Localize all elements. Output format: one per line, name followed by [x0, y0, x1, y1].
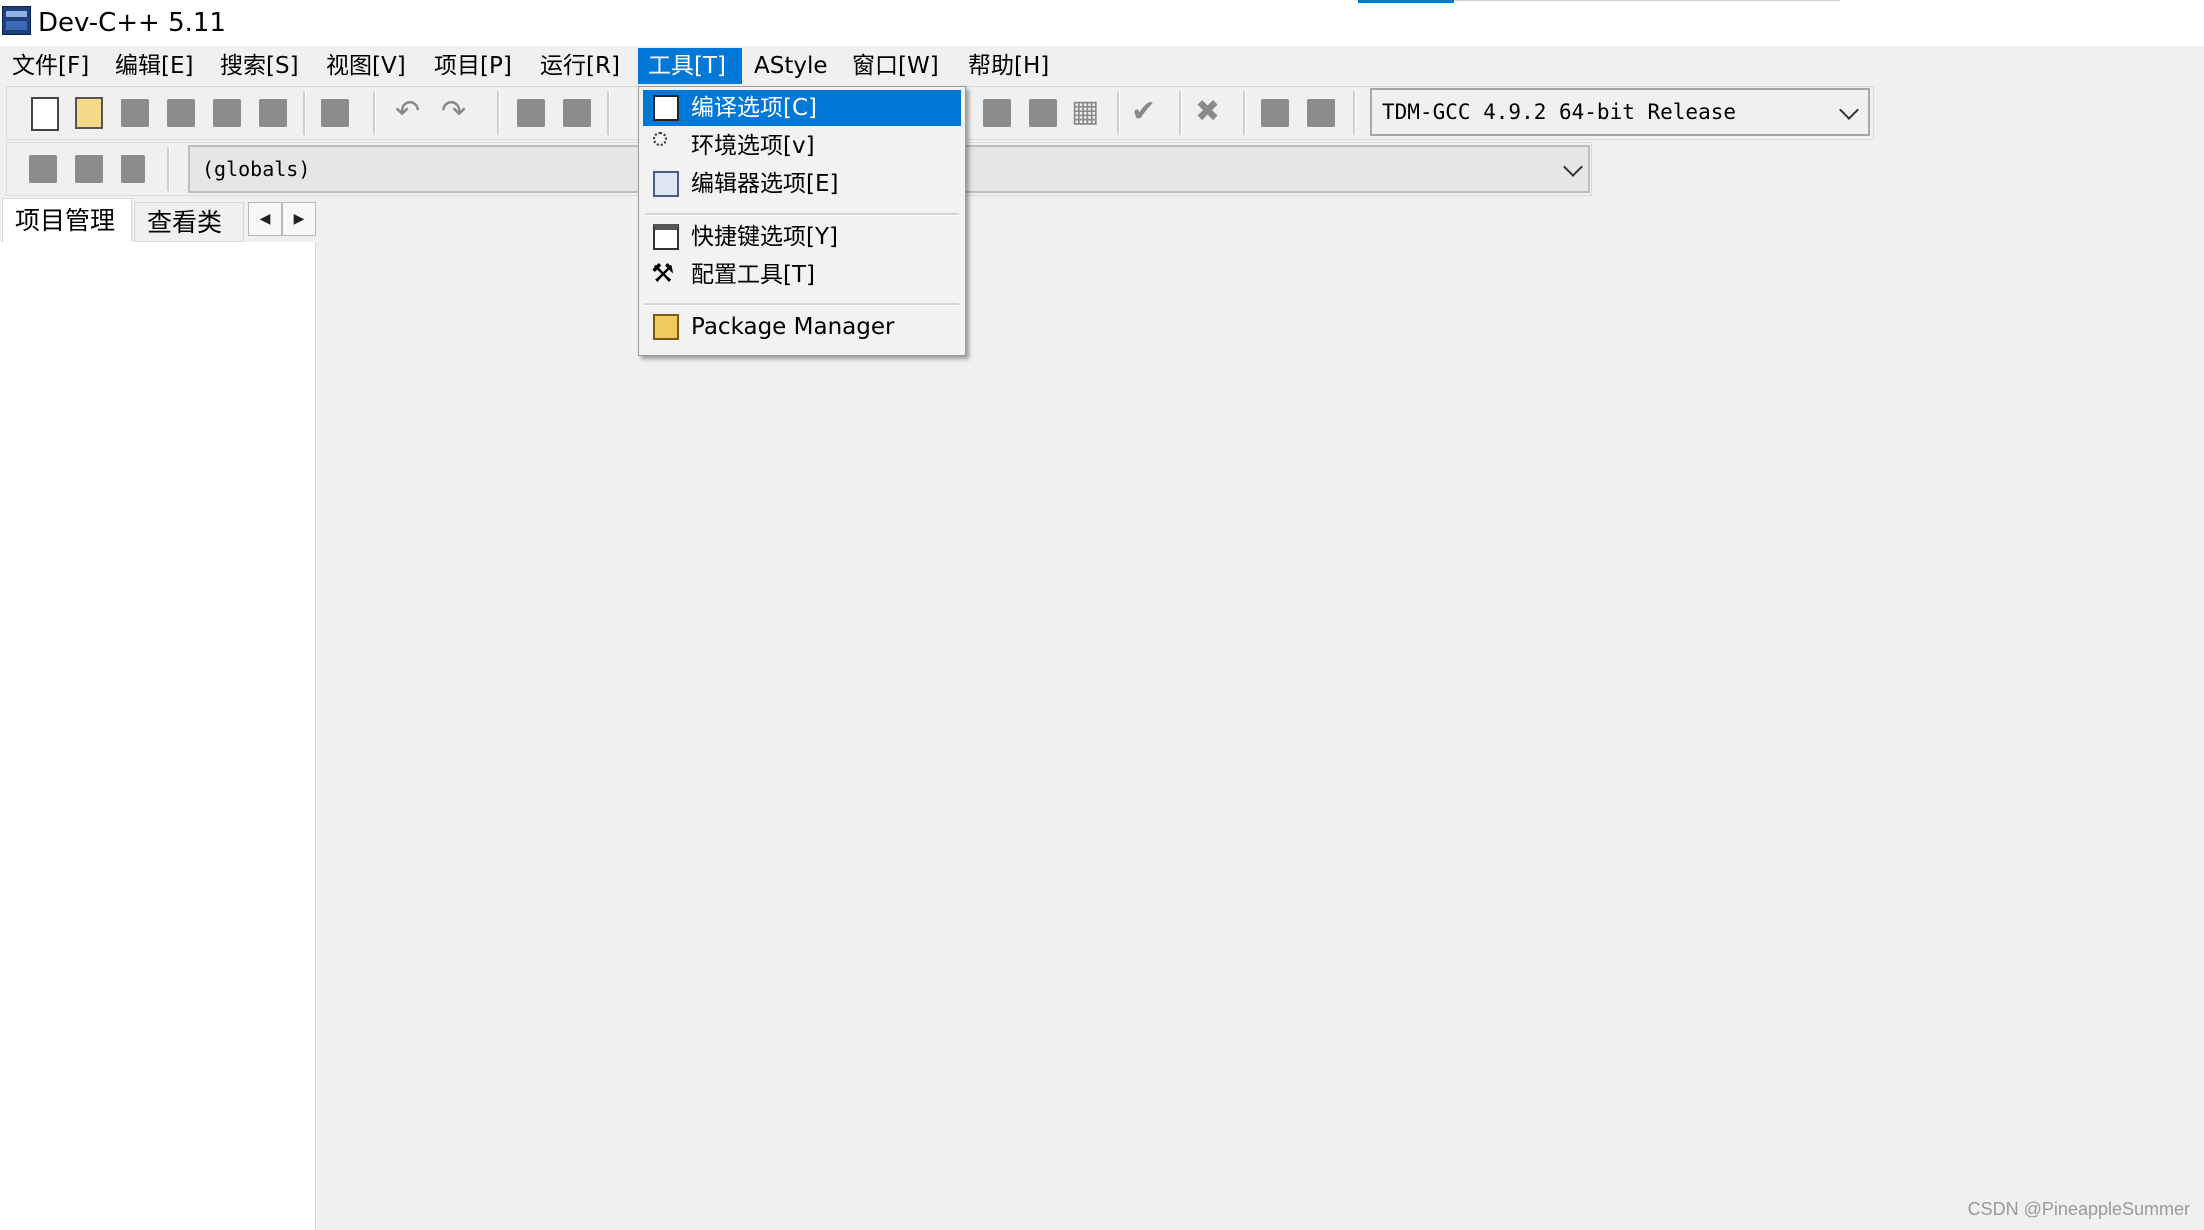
toolbar-separator [497, 91, 500, 135]
goto-declaration-icon[interactable] [29, 155, 57, 183]
tab-scroll-right-icon[interactable]: ▶ [282, 202, 316, 236]
menu-separator [645, 213, 959, 216]
menu-window[interactable]: 窗口[W] [842, 48, 949, 84]
new-file-icon[interactable] [31, 97, 59, 131]
hammer-icon: ⚒ [651, 259, 675, 289]
project-panel[interactable] [0, 242, 316, 1230]
menu-help[interactable]: 帮助[H] [958, 48, 1059, 84]
title-bar: Dev-C++ 5.11 [0, 0, 2204, 46]
print-icon[interactable] [321, 99, 349, 127]
unindent-icon[interactable] [563, 99, 591, 127]
toolbar-separator [167, 147, 170, 191]
debug-icon[interactable] [1261, 99, 1289, 127]
window-title: Dev-C++ 5.11 [38, 8, 226, 38]
toolbar-separator [1179, 91, 1182, 135]
menu-project[interactable]: 项目[P] [424, 48, 522, 84]
menu-view[interactable]: 视图[V] [316, 48, 416, 84]
editor-options-icon [653, 171, 679, 197]
tab-scroll-left-icon[interactable]: ◀ [248, 202, 282, 236]
tab-class-view[interactable]: 查看类 [134, 202, 244, 242]
chevron-down-icon [1839, 100, 1859, 120]
shortcut-options-icon [653, 224, 679, 250]
title-rule [1454, 0, 1840, 1]
menu-item-package-manager[interactable]: Package Manager [643, 309, 961, 345]
menu-item-editor-options[interactable]: 编辑器选项[E] [643, 166, 961, 202]
menu-item-configure-tools[interactable]: ⚒ 配置工具[T] [643, 257, 961, 293]
close-all-icon[interactable] [259, 99, 287, 127]
menu-edit[interactable]: 编辑[E] [105, 48, 203, 84]
run-icon[interactable] [1029, 99, 1057, 127]
profile-icon[interactable] [1307, 99, 1335, 127]
compile-run-icon[interactable]: ▦ [1071, 95, 1099, 129]
compiler-select[interactable]: TDM-GCC 4.9.2 64-bit Release [1370, 88, 1870, 136]
close-icon[interactable] [213, 99, 241, 127]
toolbar-separator [373, 91, 376, 135]
goto-definition-icon[interactable] [75, 155, 103, 183]
save-all-icon[interactable] [167, 99, 195, 127]
menu-item-shortcut-options[interactable]: 快捷键选项[Y] [643, 219, 961, 255]
toolbar-separator [607, 91, 610, 135]
toolbar-separator [1243, 91, 1246, 135]
save-icon[interactable] [121, 99, 149, 127]
toolbar-separator [303, 91, 306, 135]
scope-select-value: (globals) [202, 157, 311, 181]
tab-project-manager[interactable]: 项目管理 [2, 198, 132, 242]
redo-icon[interactable]: ↷ [441, 95, 466, 129]
tools-dropdown-menu: 编译选项[C] 环境选项[v] 编辑器选项[E] 快捷键选项[Y] ⚒ 配置工具… [638, 86, 966, 356]
title-accent-line [1358, 0, 1454, 3]
check-syntax-icon[interactable]: ✔ [1131, 95, 1156, 129]
menu-separator [645, 303, 959, 306]
menu-bar: 文件[F] 编辑[E] 搜索[S] 视图[V] 项目[P] 运行[R] 工具[T… [0, 46, 2204, 86]
menu-astyle[interactable]: AStyle [744, 48, 838, 84]
environment-options-icon [653, 132, 667, 146]
devcpp-app-icon [2, 6, 31, 35]
menu-item-compiler-options[interactable]: 编译选项[C] [643, 90, 961, 126]
open-file-icon[interactable] [75, 97, 103, 129]
compiler-options-icon [653, 95, 679, 121]
menu-search[interactable]: 搜索[S] [210, 48, 309, 84]
toolbar-separator [1117, 91, 1120, 135]
chevron-down-icon [1563, 157, 1583, 177]
package-icon [653, 314, 679, 340]
menu-run[interactable]: 运行[R] [530, 48, 630, 84]
toolbar-separator [1353, 91, 1356, 135]
compiler-select-value: TDM-GCC 4.9.2 64-bit Release [1382, 100, 1737, 124]
menu-item-environment-options[interactable]: 环境选项[v] [643, 128, 961, 164]
menu-file[interactable]: 文件[F] [2, 48, 99, 84]
compile-icon[interactable] [983, 99, 1011, 127]
watermark: CSDN @PineappleSummer [1967, 1199, 2190, 1219]
indent-icon[interactable] [517, 99, 545, 127]
undo-icon[interactable]: ↶ [395, 95, 420, 129]
bookmark-icon[interactable] [121, 155, 145, 183]
menu-tools[interactable]: 工具[T] [638, 48, 742, 84]
stop-icon[interactable]: ✖ [1195, 95, 1220, 129]
